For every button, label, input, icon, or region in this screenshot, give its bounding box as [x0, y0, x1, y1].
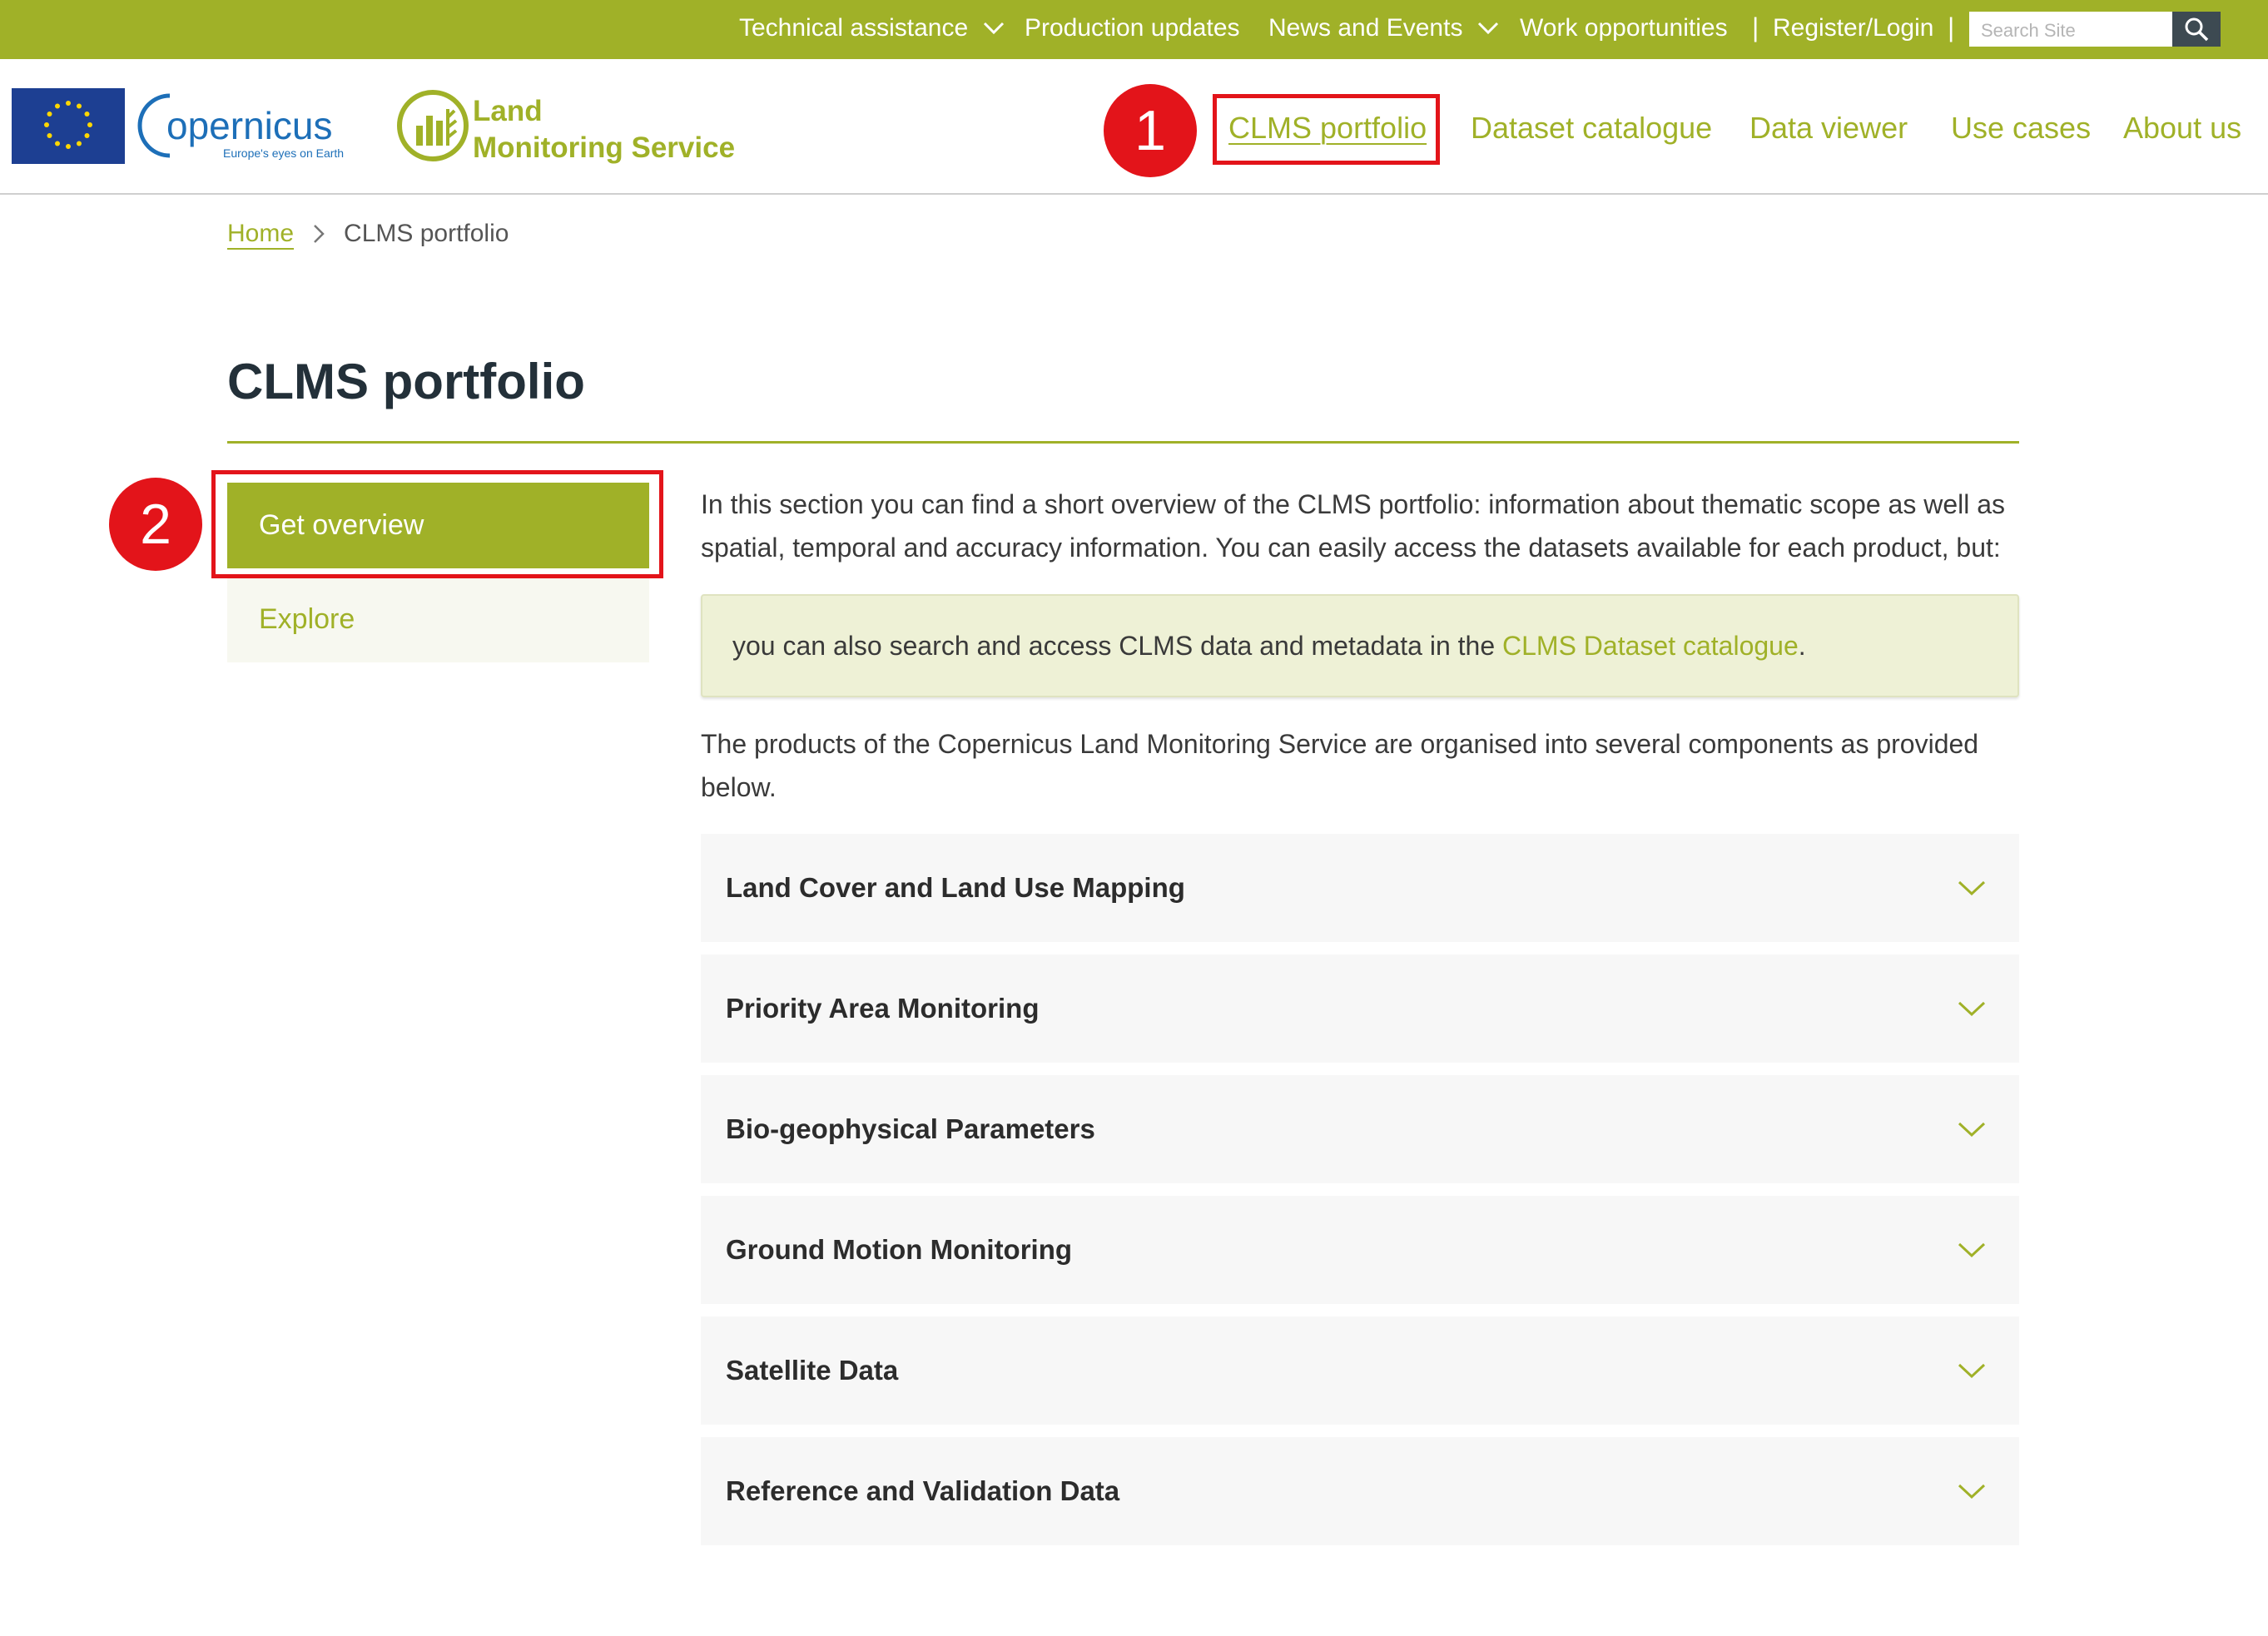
- logo-text-line2: Monitoring Service: [473, 131, 735, 164]
- accordion-bio-geophysical[interactable]: Bio-geophysical Parameters: [701, 1075, 2019, 1183]
- chevron-down-icon: [1958, 1363, 1986, 1379]
- search-input[interactable]: Search Site: [1969, 12, 2172, 47]
- mainnav-use-cases[interactable]: Use cases: [1951, 111, 2091, 146]
- topnav-production-updates[interactable]: Production updates: [1025, 14, 1240, 42]
- topnav-label: Register/Login: [1773, 14, 1934, 42]
- copernicus-wordmark: opernicus: [166, 104, 332, 147]
- logo-text-line1: Land: [473, 95, 543, 127]
- accordion-ground-motion[interactable]: Ground Motion Monitoring: [701, 1196, 2019, 1304]
- accordion-label: Satellite Data: [726, 1355, 899, 1386]
- chevron-down-icon: [1958, 880, 1986, 896]
- eu-flag-logo[interactable]: [12, 88, 125, 164]
- topnav-technical-assistance[interactable]: Technical assistance: [739, 14, 1005, 42]
- mainnav-dataset-catalogue[interactable]: Dataset catalogue: [1471, 111, 1712, 146]
- topnav-register-login[interactable]: Register/Login: [1773, 14, 1933, 42]
- search-placeholder: Search Site: [1981, 20, 2076, 41]
- copernicus-tagline: Europe's eyes on Earth: [223, 146, 344, 160]
- breadcrumb-current: CLMS portfolio: [344, 220, 509, 247]
- chevron-down-icon: [1958, 1122, 1986, 1138]
- highlight-box-step2: [211, 470, 663, 578]
- page-title: CLMS portfolio: [227, 354, 585, 409]
- land-monitoring-service-logo[interactable]: Land Monitoring Service: [395, 84, 744, 167]
- note-end: .: [1798, 630, 1806, 661]
- note-text: you can also search and access CLMS data…: [732, 630, 1502, 661]
- accordion-label: Ground Motion Monitoring: [726, 1234, 1073, 1265]
- dataset-catalogue-link[interactable]: CLMS Dataset catalogue: [1502, 631, 1799, 661]
- copernicus-logo[interactable]: opernicus Europe's eyes on Earth: [132, 84, 351, 167]
- topnav-label: Work opportunities: [1520, 14, 1728, 42]
- search-icon: [2185, 17, 2209, 42]
- accordion-satellite-data[interactable]: Satellite Data: [701, 1316, 2019, 1425]
- chevron-down-icon: [1958, 1001, 1986, 1017]
- accordion-reference-validation[interactable]: Reference and Validation Data: [701, 1437, 2019, 1545]
- components-accordion: Land Cover and Land Use Mapping Priority…: [701, 834, 2019, 1545]
- components-paragraph: The products of the Copernicus Land Moni…: [701, 729, 1979, 802]
- topnav-separator: |: [1752, 12, 1759, 42]
- accordion-label: Land Cover and Land Use Mapping: [726, 872, 1185, 903]
- topnav-news-and-events[interactable]: News and Events: [1268, 14, 1499, 42]
- topnav-separator: |: [1948, 12, 1955, 42]
- accordion-land-cover[interactable]: Land Cover and Land Use Mapping: [701, 834, 2019, 942]
- breadcrumb-home-link[interactable]: Home: [227, 220, 294, 248]
- topnav-label: Production updates: [1025, 14, 1240, 42]
- accordion-priority-area[interactable]: Priority Area Monitoring: [701, 954, 2019, 1063]
- title-divider: [227, 441, 2019, 444]
- menu-explore[interactable]: Explore: [227, 577, 649, 662]
- step-badge-1: 1: [1104, 84, 1197, 177]
- accordion-label: Bio-geophysical Parameters: [726, 1113, 1095, 1144]
- info-note: you can also search and access CLMS data…: [701, 594, 2019, 697]
- accordion-label: Reference and Validation Data: [726, 1475, 1120, 1506]
- top-utility-bar: Technical assistance Production updates …: [0, 0, 2268, 59]
- breadcrumb: Home CLMS portfolio: [227, 220, 509, 248]
- step-badge-2: 2: [109, 478, 202, 571]
- chevron-down-icon: [1958, 1484, 1986, 1500]
- topnav-label: Technical assistance: [739, 14, 969, 42]
- topnav-work-opportunities[interactable]: Work opportunities: [1520, 14, 1728, 42]
- topnav-label: News and Events: [1268, 14, 1463, 42]
- mainnav-about-us[interactable]: About us: [2123, 111, 2241, 146]
- mainnav-data-viewer[interactable]: Data viewer: [1749, 111, 1908, 146]
- accordion-label: Priority Area Monitoring: [726, 993, 1040, 1024]
- intro-paragraph: In this section you can find a short ove…: [701, 489, 2006, 563]
- chevron-down-icon: [1958, 1242, 1986, 1258]
- highlight-box-step1: [1213, 94, 1440, 165]
- search-button[interactable]: [2172, 12, 2221, 47]
- chevron-right-icon: [312, 223, 325, 245]
- main-content: In this section you can find a short ove…: [701, 483, 2019, 1558]
- chevron-down-icon: [1478, 22, 1499, 35]
- chevron-down-icon: [984, 22, 1005, 35]
